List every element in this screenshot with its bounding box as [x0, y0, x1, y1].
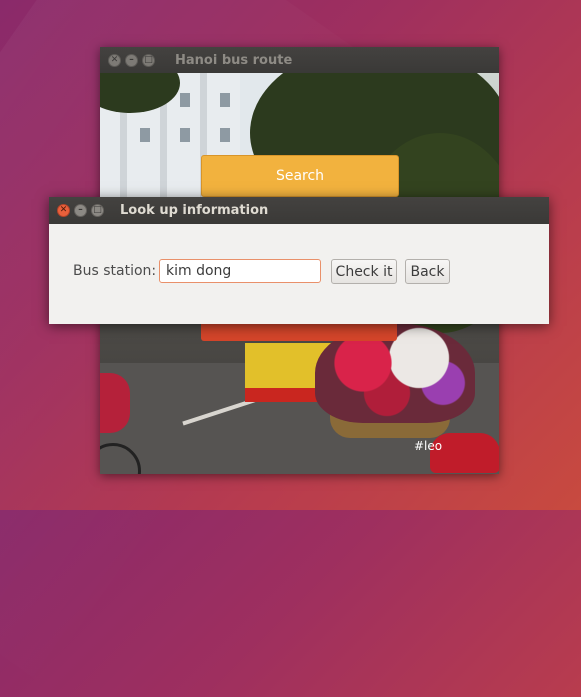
search-button[interactable]: Search — [201, 155, 399, 197]
maximize-icon[interactable]: □ — [142, 53, 155, 67]
close-icon[interactable]: ✕ — [108, 53, 121, 67]
dialog-titlebar[interactable]: ✕ – □ Look up information — [49, 197, 549, 224]
back-button[interactable]: Back — [405, 259, 450, 284]
main-window-title: Hanoi bus route — [175, 52, 293, 68]
maximize-icon[interactable]: □ — [91, 204, 104, 217]
check-it-button[interactable]: Check it — [331, 259, 397, 284]
dialog-title: Look up information — [120, 203, 269, 218]
minimize-icon[interactable]: – — [74, 204, 87, 217]
bus-station-input[interactable] — [159, 259, 321, 283]
close-icon[interactable]: ✕ — [57, 204, 70, 217]
main-titlebar[interactable]: ✕ – □ Hanoi bus route — [100, 47, 499, 73]
photo-watermark: #leo — [414, 439, 443, 453]
red-button[interactable] — [201, 323, 397, 341]
bus-station-label: Bus station: — [73, 263, 157, 279]
minimize-icon[interactable]: – — [125, 53, 138, 67]
lookup-dialog: ✕ – □ Look up information Bus station: C… — [49, 197, 549, 324]
